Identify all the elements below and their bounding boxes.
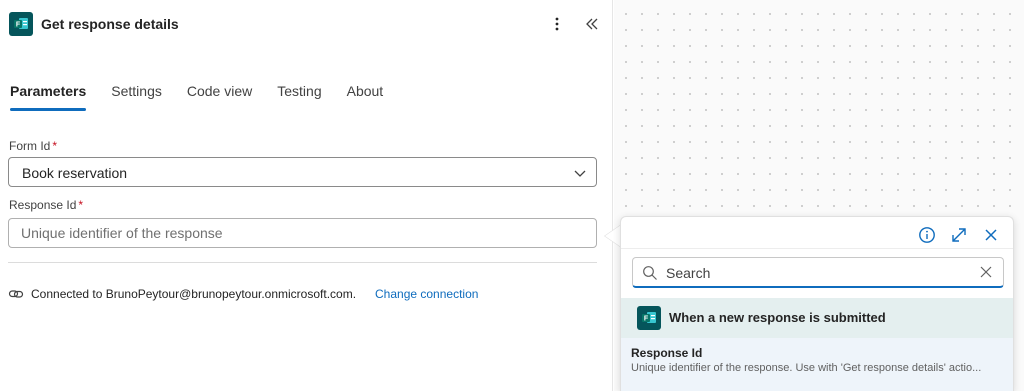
tab-about[interactable]: About <box>347 80 384 112</box>
close-button[interactable] <box>981 225 1001 245</box>
info-button[interactable] <box>917 225 937 245</box>
tab-settings[interactable]: Settings <box>111 80 162 112</box>
more-vertical-icon <box>555 17 559 31</box>
required-mark: * <box>52 139 58 153</box>
expand-icon <box>952 228 966 242</box>
designer-root: F Get response details Parameters Settin… <box>0 0 1024 391</box>
tab-testing[interactable]: Testing <box>277 80 321 112</box>
forms-icon: F <box>637 306 661 330</box>
trigger-label: When a new response is submitted <box>669 310 886 325</box>
clear-icon[interactable] <box>979 265 993 279</box>
svg-text:F: F <box>16 22 21 29</box>
response-id-label: Response Id * <box>9 198 83 212</box>
form-id-dropdown[interactable]: Book reservation <box>8 157 597 187</box>
panel-header: F Get response details <box>0 0 613 50</box>
link-icon <box>8 290 24 298</box>
connection-status: Connected to BrunoPeytour@brunopeytour.o… <box>31 287 357 301</box>
more-options-button[interactable] <box>546 13 568 35</box>
change-connection-link[interactable]: Change connection <box>375 287 478 301</box>
trigger-group-header[interactable]: F When a new response is submitted <box>621 298 1013 338</box>
token-title: Response Id <box>631 346 703 360</box>
token-response-id[interactable]: Response Id Unique identifier of the res… <box>621 338 1013 391</box>
expand-button[interactable] <box>949 225 969 245</box>
response-id-input[interactable] <box>8 218 597 248</box>
search-icon <box>643 266 657 280</box>
response-id-label-text: Response Id <box>9 198 77 212</box>
tab-parameters[interactable]: Parameters <box>10 80 87 112</box>
panel-title: Get response details <box>41 16 179 32</box>
close-icon <box>985 229 997 241</box>
chevron-down-icon <box>574 170 586 177</box>
required-mark: * <box>78 198 84 212</box>
form-id-label-text: Form Id <box>9 139 51 153</box>
popup-actions <box>917 225 1001 245</box>
popup-divider <box>621 248 1013 249</box>
tab-code-view[interactable]: Code view <box>187 80 252 112</box>
action-properties-panel: F Get response details Parameters Settin… <box>0 0 613 391</box>
form-id-value: Book reservation <box>22 165 128 181</box>
double-chevron-left-icon <box>586 18 598 30</box>
search-input[interactable] <box>666 261 966 284</box>
token-description: Unique identifier of the response. Use w… <box>631 362 982 374</box>
dynamic-content-popup: F When a new response is submitted Respo… <box>620 216 1014 391</box>
forms-icon: F <box>9 12 33 36</box>
form-id-label: Form Id * <box>9 139 57 153</box>
collapse-panel-button[interactable] <box>581 13 603 35</box>
svg-text:F: F <box>644 316 649 323</box>
section-divider <box>8 262 597 263</box>
panel-tabs: Parameters Settings Code view Testing Ab… <box>10 80 408 112</box>
popup-pointer <box>605 225 621 247</box>
info-icon <box>919 227 935 243</box>
search-box[interactable] <box>632 257 1004 288</box>
